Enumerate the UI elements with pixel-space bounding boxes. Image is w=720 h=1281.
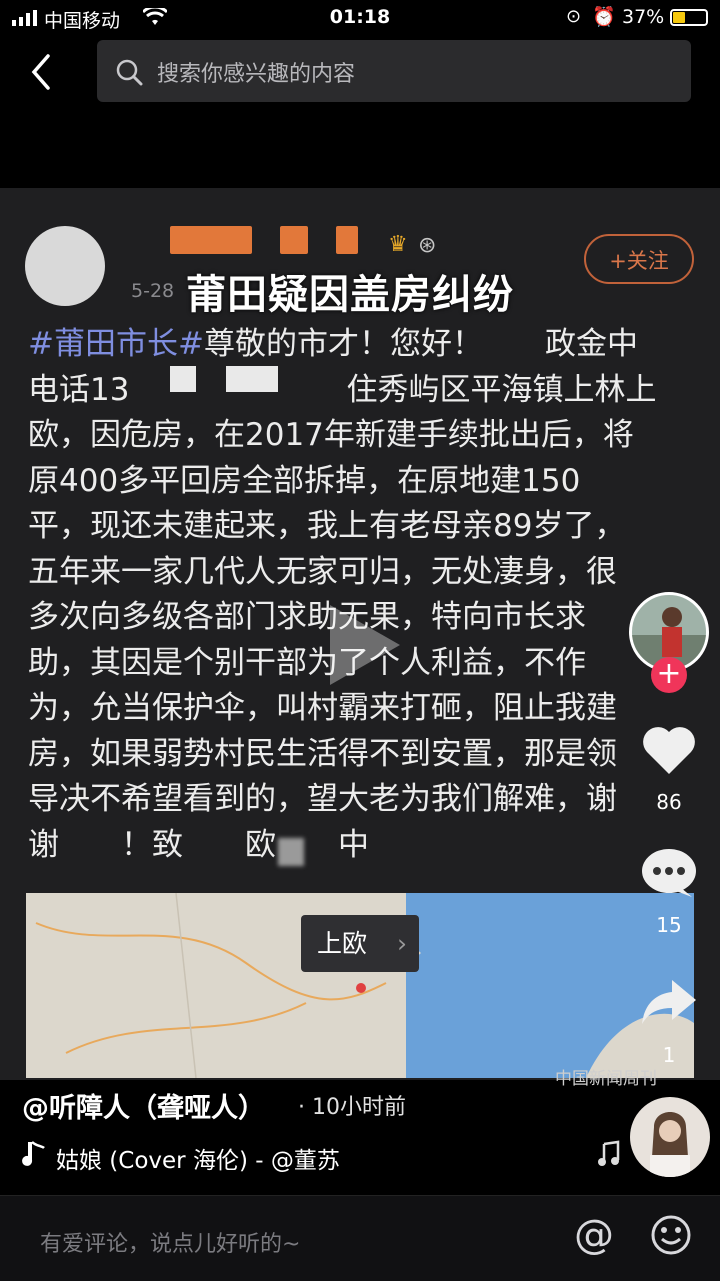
redacted-phone [170,366,196,392]
battery-percent: 37% [622,6,665,28]
watermark: 中国新闻周刊 [555,1069,657,1089]
redacted-name [278,838,304,866]
crown-badge-icon: ♛ [388,232,408,257]
status-bar: 中国移动 01:18 ⊙ ⏰ 37% [0,0,720,36]
redacted-name [280,226,308,254]
search-input[interactable]: 搜索你感兴趣的内容 [97,40,691,102]
share-count: 1 [662,1043,676,1067]
like-icon[interactable] [641,724,697,776]
map-location-label[interactable]: 上欧 › [301,915,419,972]
music-notes-icon [598,1140,620,1166]
post-time: · 10小时前 [298,1095,406,1120]
post-line: 原400多平回房全部拆掉，在原地建150 [28,462,581,499]
post-line: 谢 ！致 欧 中 [28,826,369,863]
redacted-name [170,226,252,254]
share-icon[interactable] [640,978,698,1026]
author-handle[interactable]: @听障人（聋哑人） [22,1086,265,1125]
search-icon [116,59,143,86]
mention-button[interactable]: @ [574,1212,614,1258]
post-author-avatar [25,226,105,306]
music-disc[interactable] [630,1097,710,1177]
post-line: 五年来一家几代人无家可归，无处凄身，很 [28,553,617,590]
like-count: 86 [656,790,682,814]
redacted-phone [226,366,278,392]
post-line: 平，现还未建起来，我上有老母亲89岁了， [28,508,626,544]
music-title[interactable]: 姑娘 (Cover 海伦) - @董苏 [56,1141,340,1175]
emoji-icon[interactable] [650,1214,692,1256]
post-date: 5-28 [131,280,175,302]
hashtag-link[interactable]: #莆田市长# [28,326,204,362]
back-icon[interactable] [24,52,60,92]
post-line: #莆田市长#尊敬的市才！您好！ 政金中 [28,326,638,362]
follow-plus-button[interactable]: + [651,657,687,693]
comment-icon[interactable] [640,847,698,899]
alarm-icon: ⏰ [592,6,616,28]
search-placeholder: 搜索你感兴趣的内容 [157,62,356,87]
post-line: 导决不希望看到的，望大老为我们解难，谢 [28,781,617,817]
post-line: 电话13 住秀屿区平海镇上林上 [28,371,657,408]
follow-button[interactable]: +关注 [584,234,694,284]
video-overlay-title: 莆田疑因盖房纠纷 [186,272,514,318]
post-line: 欧，因危房，在2017年新建手续批出后，将 [28,417,634,453]
battery-icon [670,9,708,26]
redacted-name [336,226,358,254]
comment-count: 15 [656,913,682,937]
medal-badge-icon: ⊛ [418,233,437,258]
comment-input[interactable]: 有爱评论，说点儿好听的~ [40,1226,300,1258]
play-icon[interactable] [310,595,410,695]
music-note-icon [22,1141,45,1166]
post-line: 房，如果弱势村民生活得不到安置，那是领 [28,735,617,772]
rotation-lock-icon: ⊙ [566,6,582,27]
